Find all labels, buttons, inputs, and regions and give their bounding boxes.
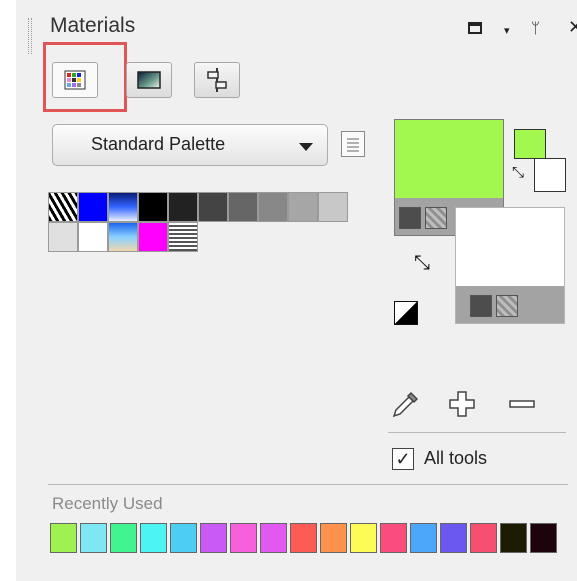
swatch-color[interactable] <box>78 222 108 252</box>
swatch-color[interactable] <box>258 192 288 222</box>
gradient-icon <box>137 71 161 89</box>
recent-color-swatch[interactable] <box>410 523 437 553</box>
recent-color-swatch[interactable] <box>440 523 467 553</box>
recent-color-swatch[interactable] <box>80 523 107 553</box>
all-tools-checkbox[interactable]: ✓ <box>392 448 414 470</box>
recent-color-swatch[interactable] <box>380 523 407 553</box>
palette-select-value: Standard Palette <box>91 134 226 154</box>
swap-colors-icon[interactable]: ⤡ <box>512 164 524 181</box>
all-tools-label: All tools <box>424 448 488 468</box>
chevron-down-icon[interactable]: ▾ <box>504 22 510 40</box>
recent-color-swatch[interactable] <box>290 523 317 553</box>
dock-grip[interactable] <box>28 18 32 54</box>
swatch-color[interactable] <box>138 222 168 252</box>
list-icon <box>347 138 359 152</box>
eyedropper-icon[interactable] <box>390 388 422 420</box>
gradient-tab[interactable] <box>126 62 172 98</box>
swatch-gradient[interactable] <box>108 222 138 252</box>
recent-color-swatch[interactable] <box>260 523 287 553</box>
swatch-stripes[interactable] <box>168 222 198 252</box>
recent-color-swatch[interactable] <box>470 523 497 553</box>
swatch-zebra[interactable] <box>48 192 78 222</box>
style-dropdown-icon[interactable] <box>399 207 421 229</box>
sliders-icon <box>207 68 227 92</box>
plus-icon[interactable] <box>446 388 478 420</box>
swatch-color[interactable] <box>198 192 228 222</box>
swatch-gradient[interactable] <box>108 192 138 222</box>
swatch-color[interactable] <box>138 192 168 222</box>
background-material[interactable] <box>455 207 565 324</box>
recent-color-swatch[interactable] <box>500 523 527 553</box>
foreground-color-swatch[interactable] <box>514 129 546 159</box>
texture-icon[interactable] <box>496 295 518 317</box>
style-dropdown-icon[interactable] <box>470 295 492 317</box>
dropdown-arrow-icon <box>299 143 313 151</box>
pin-icon[interactable]: ᛘ <box>531 20 540 38</box>
reset-colors-icon[interactable] <box>394 301 418 325</box>
recent-color-swatch[interactable] <box>230 523 257 553</box>
recent-color-swatch[interactable] <box>530 523 557 553</box>
swap-materials-icon[interactable]: ⤡ <box>414 252 430 275</box>
recent-color-swatch[interactable] <box>320 523 347 553</box>
adjust-tab[interactable] <box>194 62 240 98</box>
swatch-color[interactable] <box>288 192 318 222</box>
divider <box>48 484 568 485</box>
recent-color-swatch[interactable] <box>110 523 137 553</box>
texture-icon[interactable] <box>425 207 447 229</box>
panel-title: Materials <box>50 14 136 37</box>
palette-select[interactable]: Standard Palette <box>52 124 328 166</box>
recent-color-swatch[interactable] <box>350 523 377 553</box>
swatch-color[interactable] <box>48 222 78 252</box>
swatch-color[interactable] <box>228 192 258 222</box>
materials-panel: Materials ▾ ᛘ ✕ Standard Palette ⤡ ⤡ ✓ A… <box>16 0 577 581</box>
divider <box>388 432 566 433</box>
background-color-swatch[interactable] <box>534 158 566 192</box>
close-icon[interactable]: ✕ <box>568 18 577 36</box>
maximize-icon[interactable] <box>468 22 482 34</box>
swatch-color[interactable] <box>168 192 198 222</box>
recent-color-swatch[interactable] <box>170 523 197 553</box>
recently-used-label: Recently Used <box>52 494 163 513</box>
recent-color-swatch[interactable] <box>140 523 167 553</box>
swatch-color[interactable] <box>318 192 348 222</box>
recent-color-swatch[interactable] <box>50 523 77 553</box>
swatch-color[interactable] <box>78 192 108 222</box>
minus-icon[interactable] <box>506 388 538 420</box>
recent-color-swatch[interactable] <box>200 523 227 553</box>
active-tab-highlight <box>43 42 127 112</box>
background-material-strip <box>456 286 564 323</box>
palette-options-icon[interactable] <box>341 131 365 157</box>
